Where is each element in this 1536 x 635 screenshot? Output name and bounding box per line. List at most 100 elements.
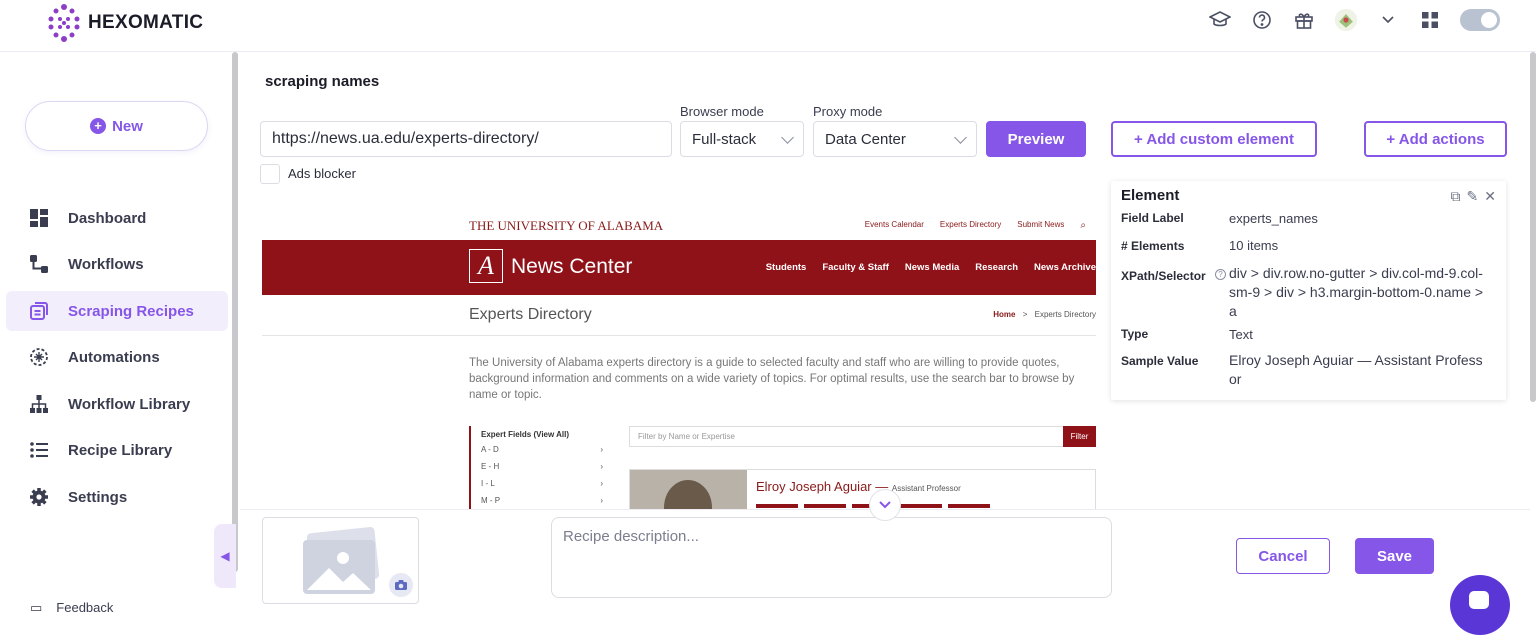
preview-nav-item[interactable]: Faculty & Staff <box>822 262 889 273</box>
avatar[interactable] <box>1334 8 1358 32</box>
scroll-down-button[interactable] <box>869 489 901 521</box>
sidebar-item-workflow-library[interactable]: Workflow Library <box>6 384 228 424</box>
breadcrumb-current: Experts Directory <box>1034 310 1096 319</box>
brand[interactable]: HEXOMATIC <box>46 3 203 43</box>
expert-name[interactable]: Elroy Joseph Aguiar — <box>756 479 888 494</box>
expert-photo <box>630 470 747 509</box>
sidebar-item-recipe-library[interactable]: Recipe Library <box>6 430 228 470</box>
expert-card: Elroy Joseph Aguiar — Assistant Professo… <box>629 469 1096 509</box>
filter-button[interactable]: Filter <box>1063 426 1096 447</box>
add-custom-element-button[interactable]: + Add custom element <box>1111 121 1317 157</box>
recipe-title: scraping names <box>265 73 380 90</box>
hexomatic-logo-icon <box>48 4 80 42</box>
recipe-description-input[interactable]: Recipe description... <box>551 517 1112 598</box>
search-icon[interactable]: ⌕ <box>1080 220 1086 231</box>
save-button[interactable]: Save <box>1355 538 1434 574</box>
preview-top-link[interactable]: Events Calendar <box>865 220 924 231</box>
preview-top-link[interactable]: Submit News <box>1017 220 1064 231</box>
help-icon[interactable] <box>1250 8 1274 32</box>
gear-icon <box>28 486 50 508</box>
field-label: M - P <box>481 496 501 505</box>
list-item[interactable]: E - H › <box>471 460 613 477</box>
sidebar-item-label: Scraping Recipes <box>68 302 194 320</box>
field-label-key: Field Label <box>1121 211 1184 225</box>
academy-icon[interactable] <box>1208 8 1232 32</box>
preview-nav-item[interactable]: News Archive <box>1034 262 1096 273</box>
feedback-icon: ▭ <box>30 600 43 615</box>
camera-icon[interactable] <box>389 573 413 597</box>
workflow-library-icon <box>28 393 50 415</box>
chevron-down-icon[interactable] <box>1376 8 1400 32</box>
proxy-mode-select[interactable]: Data Center <box>813 121 977 157</box>
preview-top-link[interactable]: Experts Directory <box>940 220 1001 231</box>
close-icon[interactable]: ✕ <box>1484 188 1496 205</box>
sample-value: Elroy Joseph Aguiar — Assistant Professo… <box>1229 352 1483 387</box>
sidebar-item-workflows[interactable]: Workflows <box>6 244 228 284</box>
preview-top-links: Events Calendar Experts Directory Submit… <box>865 220 1086 231</box>
proxy-mode-value: Data Center <box>825 130 906 148</box>
element-panel: Element ⧉ ✎ ✕ Field Label experts_names … <box>1111 181 1506 400</box>
list-item[interactable]: M - P › <box>471 494 613 509</box>
sidebar-item-automations[interactable]: Automations <box>6 337 228 377</box>
new-button[interactable]: + New <box>25 101 208 151</box>
expert-fields-list: Expert Fields (View All) A - D › E - H › I… <box>469 426 613 509</box>
list-item[interactable]: A - D › <box>471 443 613 460</box>
sample-value-key: Sample Value <box>1121 354 1199 368</box>
top-actions <box>1208 8 1500 32</box>
type-value: Text <box>1229 327 1253 342</box>
browser-mode-select[interactable]: Full-stack <box>680 121 804 157</box>
university-name: THE UNIVERSITY OF ALABAMA <box>469 218 664 233</box>
browser-mode-value: Full-stack <box>692 130 757 148</box>
chevron-down-icon <box>879 501 891 509</box>
breadcrumb-separator: > <box>1022 310 1028 319</box>
url-input[interactable]: https://news.ua.edu/experts-directory/ <box>260 121 672 157</box>
field-label: I - L <box>481 479 495 488</box>
sidebar-item-label: Workflow Library <box>68 395 191 413</box>
chat-widget-button[interactable] <box>1450 575 1510 635</box>
sidebar-item-label: Workflows <box>68 255 144 273</box>
chevron-right-icon: › <box>600 479 603 488</box>
ads-blocker-checkbox[interactable] <box>260 164 280 184</box>
filter-input[interactable]: Filter by Name or Expertise <box>629 426 1064 447</box>
dashboard-icon <box>28 207 50 229</box>
chevron-right-icon: › <box>600 496 603 505</box>
preview-intro: The University of Alabama experts direct… <box>469 357 1075 401</box>
preview-nav: Students Faculty & Staff News Media Rese… <box>766 262 1096 273</box>
preview-heading: Experts Directory <box>469 306 592 323</box>
expert-fields-title[interactable]: Expert Fields (View All) <box>471 426 613 443</box>
gift-icon[interactable] <box>1292 8 1316 32</box>
theme-toggle[interactable] <box>1460 9 1500 31</box>
sidebar-item-settings[interactable]: Settings <box>6 477 228 517</box>
preview-button[interactable]: Preview <box>986 121 1086 157</box>
elements-count-key: # Elements <box>1121 239 1185 253</box>
sidebar-collapse-button[interactable]: ◀ <box>214 524 236 588</box>
sidebar-scrollbar[interactable] <box>232 52 238 572</box>
apps-grid-icon[interactable] <box>1418 8 1442 32</box>
sidebar-item-label: Dashboard <box>68 209 147 227</box>
top-bar: HEXOMATIC <box>0 0 1536 52</box>
list-item[interactable]: I - L › <box>471 477 613 494</box>
automations-icon <box>28 346 50 368</box>
ads-blocker-label: Ads blocker <box>288 166 356 181</box>
browser-mode-label: Browser mode <box>680 104 764 119</box>
copy-icon[interactable]: ⧉ <box>1451 188 1461 205</box>
cancel-button[interactable]: Cancel <box>1236 538 1330 574</box>
add-actions-button[interactable]: + Add actions <box>1364 121 1507 157</box>
breadcrumb-home[interactable]: Home <box>993 310 1015 319</box>
page-scrollbar[interactable] <box>1530 52 1536 402</box>
workflows-icon <box>28 253 50 275</box>
feedback-link[interactable]: ▭ Feedback <box>30 600 113 616</box>
edit-icon[interactable]: ✎ <box>1467 188 1479 205</box>
plus-icon: + <box>90 118 107 134</box>
sidebar-item-dashboard[interactable]: Dashboard <box>6 198 228 238</box>
preview-nav-item[interactable]: Students <box>766 262 807 273</box>
breadcrumb: Home > Experts Directory <box>993 310 1096 319</box>
expert-name-row: Elroy Joseph Aguiar — Assistant Professo… <box>756 479 961 494</box>
preview-nav-item[interactable]: Research <box>975 262 1018 273</box>
website-preview[interactable]: THE UNIVERSITY OF ALABAMA Events Calenda… <box>262 211 1096 509</box>
preview-nav-item[interactable]: News Media <box>905 262 959 273</box>
chevron-right-icon: › <box>600 462 603 471</box>
sidebar-item-scraping-recipes[interactable]: Scraping Recipes <box>6 291 228 331</box>
news-center-title: News Center <box>511 255 633 278</box>
help-icon[interactable]: ? <box>1215 269 1226 280</box>
